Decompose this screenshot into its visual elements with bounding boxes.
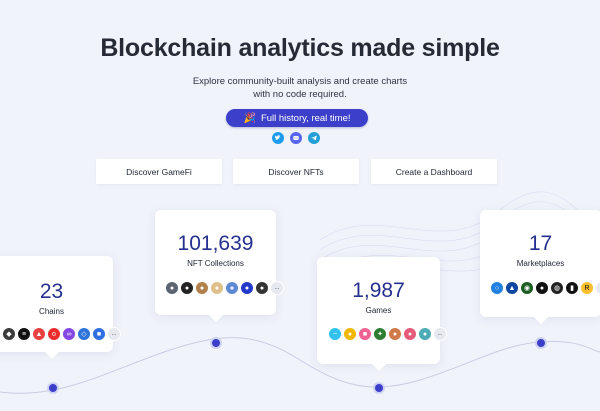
marketplace-logos: ○ ▲ ◉ ● ◍ ▮ R ... [490,281,600,295]
games-count: 1,987 [352,279,405,302]
party-popper-icon: 🎉 [243,112,256,124]
marketplace-icon: ▲ [505,281,519,295]
nft-avatar-icon: ● [225,281,239,295]
game-icon: ● [403,327,417,341]
more-games-icon: ... [433,327,447,341]
nft-avatar-icon: ● [240,281,254,295]
discover-nfts-button[interactable]: Discover NFTs [233,159,359,184]
marketplace-icon: ● [535,281,549,295]
discover-gamefi-button[interactable]: Discover GameFi [96,159,222,184]
opensea-icon: ○ [490,281,504,295]
nft-avatar-icon: ● [210,281,224,295]
nft-collection-logos: ● ● ● ● ● ● ● ... [165,281,285,295]
base-icon: ■ [92,327,106,341]
solana-icon: ≡ [17,327,31,341]
create-dashboard-button[interactable]: Create a Dashboard [371,159,497,184]
game-icon: ■ [358,327,372,341]
nft-avatar-icon: ● [165,281,179,295]
marketplaces-count: 17 [528,232,553,255]
chains-label: Chains [39,307,64,316]
page-title: Blockchain analytics made simple [100,34,500,62]
discord-icon[interactable] [290,132,302,144]
nft-avatar-icon: ● [180,281,194,295]
ethereum-icon: ◆ [2,327,16,341]
stat-card-chains[interactable]: 23 Chains ◆ ≡ ▲ o ∞ ◇ ■ ... [0,256,121,360]
social-links [272,132,320,144]
chains-count: 23 [39,280,64,303]
timeline-dot-marketplaces [535,337,547,349]
marketplaces-label: Marketplaces [516,259,565,268]
stat-card-marketplaces[interactable]: 17 Marketplaces ○ ▲ ◉ ● ◍ ▮ R ... [480,210,600,325]
marketplace-icon: ▮ [565,281,579,295]
nft-collections-count: 101,639 [177,232,254,255]
polygon-icon: ∞ [62,327,76,341]
marketplace-icon: ◉ [520,281,534,295]
chain-logos: ◆ ≡ ▲ o ∞ ◇ ■ ... [2,327,122,341]
telegram-icon[interactable] [308,132,320,144]
avalanche-icon: ▲ [32,327,46,341]
marketplace-icon: R [580,281,594,295]
stat-card-nft-collections[interactable]: 101,639 NFT Collections ● ● ● ● ● ● ● ..… [155,210,284,323]
pill-label: Full history, real time! [260,112,351,124]
game-logos: ~ ● ■ ✦ ● ● ● ... [328,327,448,341]
timeline-dot-games [373,382,385,394]
stat-card-games[interactable]: 1,987 Games ~ ● ■ ✦ ● ● ● ... [317,257,447,372]
more-nfts-icon: ... [270,281,284,295]
optimism-icon: o [47,327,61,341]
more-marketplaces-icon: ... [595,281,600,295]
games-label: Games [365,306,392,315]
game-icon: ~ [328,327,342,341]
nft-avatar-icon: ● [255,281,269,295]
timeline-dot-chains [47,382,59,394]
twitter-icon[interactable] [272,132,284,144]
nft-collections-label: NFT Collections [187,259,244,268]
game-icon: ● [343,327,357,341]
page-subtitle: Explore community-built analysis and cre… [192,76,408,100]
game-icon: ● [388,327,402,341]
full-history-pill[interactable]: 🎉 Full history, real time! [226,109,368,127]
game-icon: ✦ [373,327,387,341]
game-icon: ● [418,327,432,341]
more-chains-icon: ... [107,327,121,341]
marketplace-icon: ◍ [550,281,564,295]
arbitrum-icon: ◇ [77,327,91,341]
nft-avatar-icon: ● [195,281,209,295]
timeline-dot-nfts [210,337,222,349]
